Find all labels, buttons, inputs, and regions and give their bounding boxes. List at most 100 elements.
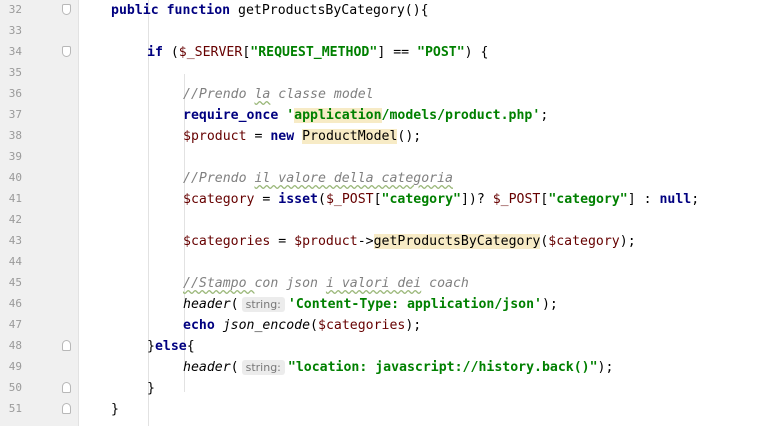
code-line[interactable]: 48}else{ <box>0 336 779 357</box>
line-number: 40 <box>8 171 22 184</box>
code-line[interactable]: 50} <box>0 378 779 399</box>
code-token: if <box>147 45 171 60</box>
parameter-hint: string: <box>241 297 285 312</box>
code-line[interactable]: 40 //Prendo il valore della categoria <box>0 168 779 189</box>
code-token: } <box>147 381 155 396</box>
code-text: $product = new ProductModel(); <box>183 127 421 146</box>
line-number: 50 <box>8 381 22 394</box>
code-token: header <box>183 360 231 375</box>
code-token: ); <box>405 318 422 333</box>
code-token: "POST" <box>417 45 465 60</box>
code-line[interactable]: 37 require_once 'application/models/produ… <box>0 105 779 126</box>
code-token: $categories <box>183 234 271 249</box>
code-token: -> <box>357 234 374 249</box>
code-line[interactable]: 43 $categories = $product->getProductsByC… <box>0 231 779 252</box>
code-token: ; <box>691 192 700 207</box>
code-line[interactable]: 47 echo json_encode($categories); <box>0 315 779 336</box>
code-text: } <box>111 400 119 419</box>
code-line[interactable]: 34 if ($_SERVER["REQUEST_METHOD"] == "POS… <box>0 42 779 63</box>
line-number: 37 <box>8 108 22 121</box>
code-text: echo json_encode($categories); <box>183 316 421 335</box>
code-token: $_SERVER <box>178 45 243 60</box>
fold-marker-icon[interactable] <box>62 4 71 15</box>
code-text: header(string: 'Content-Type: application… <box>183 295 558 314</box>
code-token: con json <box>254 276 326 291</box>
code-token: "category" <box>548 192 628 207</box>
code-text: } <box>147 379 155 398</box>
code-line[interactable]: 35 <box>0 63 779 84</box>
code-token: ' <box>286 108 295 123</box>
line-number: 44 <box>8 255 22 268</box>
code-token: //Prendo <box>183 87 255 102</box>
line-number: 43 <box>8 234 22 247</box>
code-token: $product <box>294 234 358 249</box>
parameter-hint: string: <box>241 360 285 375</box>
line-number: 35 <box>8 66 22 79</box>
code-token: $category <box>183 192 255 207</box>
code-line[interactable]: 41 $category = isset($_POST["category"])?… <box>0 189 779 210</box>
code-token: ] == <box>377 45 418 60</box>
code-line[interactable]: 38 $product = new ProductModel(); <box>0 126 779 147</box>
code-token: $category <box>548 234 620 249</box>
line-number: 36 <box>8 87 22 100</box>
line-number: 41 <box>8 192 22 205</box>
code-token: $_POST <box>492 192 541 207</box>
code-token: ProductModel <box>302 129 398 144</box>
code-line[interactable]: 32 public function getProductsByCategory(… <box>0 0 779 21</box>
code-token: classe <box>270 87 334 102</box>
code-token: else <box>154 339 187 354</box>
code-line[interactable]: 49 header(string: "location: javascript://… <box>0 357 779 378</box>
line-number: 33 <box>8 24 22 37</box>
code-token: "location: javascript://history.back()" <box>287 360 598 375</box>
fold-marker-icon[interactable] <box>62 46 71 57</box>
code-token: [ <box>373 192 382 207</box>
line-number: 32 <box>8 3 22 16</box>
code-token: { <box>186 339 195 354</box>
code-token: ) { <box>464 45 489 60</box>
code-line[interactable]: 51} <box>0 399 779 420</box>
line-number: 42 <box>8 213 22 226</box>
code-line[interactable]: 45 //Stampo con json i valori dei coach <box>0 273 779 294</box>
code-text: //Prendo il valore della categoria <box>183 169 453 188</box>
code-text: require_once 'application/models/product… <box>183 106 548 125</box>
code-text: if ($_SERVER["REQUEST_METHOD"] == "POST"… <box>147 43 488 62</box>
code-token: il valore della categoria <box>254 171 453 186</box>
code-token: = <box>254 192 279 207</box>
code-line[interactable]: 46 header(string: 'Content-Type: applicati… <box>0 294 779 315</box>
fold-marker-icon[interactable] <box>62 403 71 414</box>
code-token: (); <box>397 129 422 144</box>
code-token: ( <box>230 360 239 375</box>
code-line[interactable]: 44 <box>0 252 779 273</box>
code-line[interactable]: 33 <box>0 21 779 42</box>
code-text: $category = isset($_POST["category"])? $… <box>183 190 699 209</box>
code-token: new <box>270 129 303 144</box>
code-token: "REQUEST_METHOD" <box>250 45 378 60</box>
code-editor[interactable]: 32 public function getProductsByCategory(… <box>0 0 779 426</box>
line-number: 45 <box>8 276 22 289</box>
code-token: = <box>246 129 271 144</box>
code-token: = <box>270 234 295 249</box>
code-line[interactable]: 39 <box>0 147 779 168</box>
code-text: $categories = $product->getProductsByCat… <box>183 232 636 251</box>
code-token: } <box>111 402 119 417</box>
code-token: ( <box>310 318 318 333</box>
code-token: ( <box>170 45 179 60</box>
code-token: ])? <box>460 192 493 207</box>
fold-marker-icon[interactable] <box>62 340 71 351</box>
code-token: json_encode <box>222 318 311 333</box>
code-text: //Prendo la classe model <box>183 85 374 104</box>
code-token: ); <box>541 297 558 312</box>
code-token: isset <box>278 192 318 207</box>
line-number: 49 <box>8 360 22 373</box>
code-token: ( <box>230 297 239 312</box>
code-token: 'Content-Type: application/json' <box>287 297 542 312</box>
line-number: 51 <box>8 402 22 415</box>
line-number: 39 <box>8 150 22 163</box>
line-number: 48 <box>8 339 22 352</box>
code-line[interactable]: 42 <box>0 210 779 231</box>
code-token: //Prendo <box>183 171 255 186</box>
code-token: echo <box>183 318 223 333</box>
fold-marker-icon[interactable] <box>62 382 71 393</box>
code-line[interactable]: 36 //Prendo la classe model <box>0 84 779 105</box>
code-token: ; <box>540 108 549 123</box>
